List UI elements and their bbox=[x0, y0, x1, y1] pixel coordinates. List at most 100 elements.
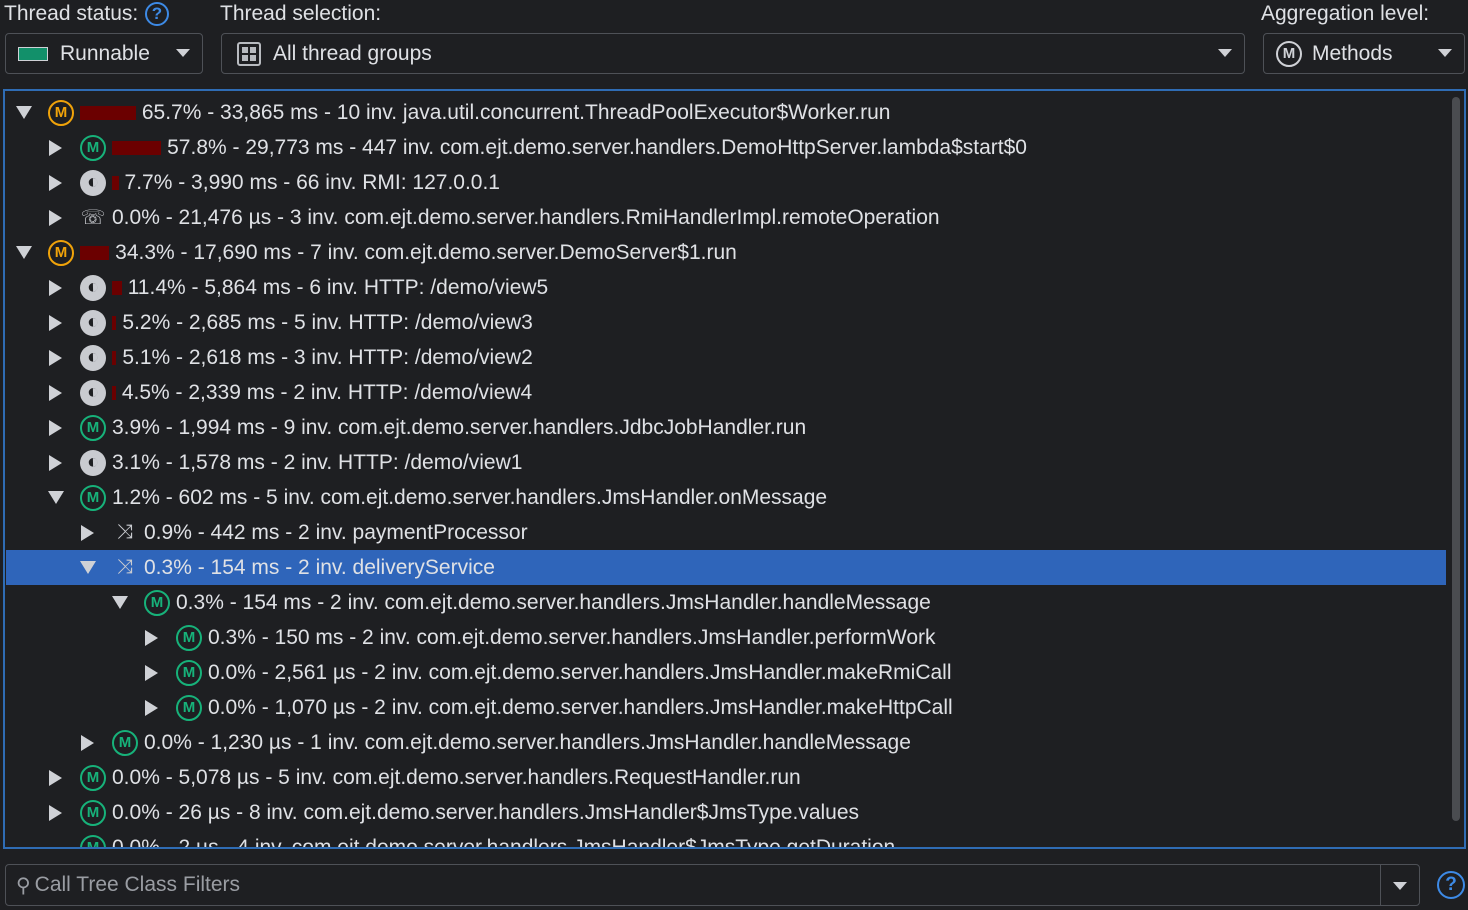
collapse-arrow-icon[interactable] bbox=[16, 246, 32, 259]
runnable-color-swatch bbox=[18, 46, 48, 61]
search-icon: ⚲ bbox=[16, 874, 31, 897]
method-icon: M bbox=[80, 834, 106, 847]
time-percentage-bar bbox=[112, 140, 162, 155]
tree-row-label: 7.7% - 3,990 ms - 66 inv. RMI: 127.0.0.1 bbox=[124, 170, 500, 194]
expand-arrow-icon[interactable] bbox=[49, 314, 62, 331]
tree-row-label: 0.0% - 5,078 µs - 5 inv. com.ejt.demo.se… bbox=[112, 765, 801, 789]
tree-row[interactable]: M 0.0% - 2,561 µs - 2 inv. com.ejt.demo.s… bbox=[6, 655, 1446, 690]
filter-history-dropdown[interactable] bbox=[1393, 882, 1407, 890]
thread-selection-select[interactable]: All thread groups bbox=[221, 33, 1245, 74]
collapse-arrow-icon[interactable] bbox=[48, 491, 64, 504]
expand-arrow-icon[interactable] bbox=[49, 769, 62, 786]
tree-row[interactable]: M 0.0% - 1,070 µs - 2 inv. com.ejt.demo.s… bbox=[6, 690, 1446, 725]
tree-row-label: 0.3% - 150 ms - 2 inv. com.ejt.demo.serv… bbox=[208, 625, 936, 649]
thread-status-value: Runnable bbox=[60, 41, 150, 65]
web-request-icon: ◐ bbox=[80, 274, 106, 301]
aggregation-level-label: Aggregation level: bbox=[1261, 2, 1430, 25]
tree-row-label: 0.9% - 442 ms - 2 inv. paymentProcessor bbox=[144, 520, 528, 544]
web-request-icon: ◐ bbox=[80, 344, 106, 371]
method-icon: M bbox=[176, 624, 202, 651]
thread-groups-icon bbox=[237, 41, 261, 66]
help-icon[interactable]: ? bbox=[145, 2, 169, 26]
split-icon: ⤨ bbox=[117, 556, 133, 578]
tree-row-label: 5.1% - 2,618 ms - 3 inv. HTTP: /demo/vie… bbox=[122, 345, 533, 369]
expand-arrow-icon[interactable] bbox=[49, 804, 62, 821]
expand-arrow-icon[interactable] bbox=[49, 419, 62, 436]
method-icon: M bbox=[1276, 40, 1302, 67]
time-percentage-bar bbox=[80, 105, 136, 120]
tree-row[interactable]: M 1.2% - 602 ms - 5 inv. com.ejt.demo.ser… bbox=[6, 480, 1446, 515]
collapse-arrow-icon[interactable] bbox=[16, 106, 32, 119]
thread-status-select[interactable]: Runnable bbox=[5, 33, 203, 74]
filter-help-icon[interactable]: ? bbox=[1437, 871, 1465, 899]
expand-arrow-icon[interactable] bbox=[49, 174, 62, 191]
time-percentage-bar bbox=[112, 350, 117, 365]
vertical-scrollbar[interactable] bbox=[1452, 97, 1460, 821]
expand-arrow-icon[interactable] bbox=[49, 209, 62, 226]
tree-row[interactable]: M 0.0% - 2 µs - 4 inv. com.ejt.demo.serve… bbox=[6, 830, 1446, 847]
tree-row[interactable]: M 0.3% - 154 ms - 2 inv. com.ejt.demo.ser… bbox=[6, 585, 1446, 620]
tree-row[interactable]: M 65.7% - 33,865 ms - 10 inv. java.util.c… bbox=[6, 95, 1446, 130]
method-icon: M bbox=[80, 134, 106, 161]
tree-row-label: 0.0% - 26 µs - 8 inv. com.ejt.demo.serve… bbox=[112, 800, 860, 824]
time-percentage-bar bbox=[112, 315, 117, 330]
tree-row-label: 3.1% - 1,578 ms - 2 inv. HTTP: /demo/vie… bbox=[112, 450, 523, 474]
tree-row-label: 65.7% - 33,865 ms - 10 inv. java.util.co… bbox=[141, 100, 891, 124]
tree-row-label: 5.2% - 2,685 ms - 5 inv. HTTP: /demo/vie… bbox=[122, 310, 533, 334]
rmi-call-icon: ☏ bbox=[80, 207, 106, 229]
expand-arrow-icon[interactable] bbox=[81, 734, 94, 751]
tree-row[interactable]: M 57.8% - 29,773 ms - 447 inv. com.ejt.de… bbox=[6, 130, 1446, 165]
collapse-arrow-icon[interactable] bbox=[112, 596, 128, 609]
time-percentage-bar bbox=[80, 245, 110, 260]
expand-arrow-icon[interactable] bbox=[145, 699, 158, 716]
method-icon: M bbox=[80, 484, 106, 511]
split-icon: ⤨ bbox=[117, 521, 133, 543]
tree-row[interactable]: M 0.0% - 1,230 µs - 1 inv. com.ejt.demo.s… bbox=[6, 725, 1446, 760]
tree-row[interactable]: ⤨ 0.9% - 442 ms - 2 inv. paymentProcessor bbox=[6, 515, 1446, 550]
method-icon: M bbox=[80, 414, 106, 441]
tree-row[interactable]: M 0.0% - 5,078 µs - 5 inv. com.ejt.demo.s… bbox=[6, 760, 1446, 795]
expand-arrow-icon[interactable] bbox=[81, 524, 94, 541]
collapse-arrow-icon[interactable] bbox=[80, 561, 96, 574]
tree-row[interactable]: ◐ 7.7% - 3,990 ms - 66 inv. RMI: 127.0.0.… bbox=[6, 165, 1446, 200]
web-request-icon: ◐ bbox=[80, 169, 106, 196]
tree-row-label: 11.4% - 5,864 ms - 6 inv. HTTP: /demo/vi… bbox=[127, 275, 549, 299]
tree-row-label: 34.3% - 17,690 ms - 7 inv. com.ejt.demo.… bbox=[115, 240, 737, 264]
tree-row[interactable]: ◐ 5.1% - 2,618 ms - 3 inv. HTTP: /demo/vi… bbox=[6, 340, 1446, 375]
tree-row[interactable]: M 3.9% - 1,994 ms - 9 inv. com.ejt.demo.s… bbox=[6, 410, 1446, 445]
expand-arrow-icon[interactable] bbox=[49, 384, 62, 401]
thread-selection-label: Thread selection: bbox=[220, 2, 382, 25]
tree-row-label: 1.2% - 602 ms - 5 inv. com.ejt.demo.serv… bbox=[112, 485, 828, 509]
tree-row[interactable]: ◐ 3.1% - 1,578 ms - 2 inv. HTTP: /demo/vi… bbox=[6, 445, 1446, 480]
expand-arrow-icon[interactable] bbox=[145, 629, 158, 646]
web-request-icon: ◐ bbox=[80, 449, 106, 476]
expand-arrow-icon[interactable] bbox=[49, 349, 62, 366]
expand-arrow-icon[interactable] bbox=[49, 139, 62, 156]
web-request-icon: ◐ bbox=[80, 309, 106, 336]
tree-row[interactable]: M 0.0% - 26 µs - 8 inv. com.ejt.demo.serv… bbox=[6, 795, 1446, 830]
tree-row-label: 4.5% - 2,339 ms - 2 inv. HTTP: /demo/vie… bbox=[121, 380, 533, 404]
tree-row[interactable]: ☏ 0.0% - 21,476 µs - 3 inv. com.ejt.demo.… bbox=[6, 200, 1446, 235]
call-tree: M 65.7% - 33,865 ms - 10 inv. java.util.c… bbox=[3, 89, 1466, 849]
tree-row-label: 0.0% - 21,476 µs - 3 inv. com.ejt.demo.s… bbox=[112, 205, 940, 229]
class-filter-input[interactable]: ⚲ Call Tree Class Filters bbox=[5, 864, 1420, 906]
tree-row[interactable]: M 0.3% - 150 ms - 2 inv. com.ejt.demo.ser… bbox=[6, 620, 1446, 655]
expand-arrow-icon[interactable] bbox=[49, 279, 62, 296]
aggregation-level-select[interactable]: M Methods bbox=[1263, 33, 1465, 74]
chevron-down-icon bbox=[1218, 49, 1232, 57]
expand-arrow-icon[interactable] bbox=[145, 664, 158, 681]
chevron-down-icon bbox=[176, 49, 190, 57]
chevron-down-icon bbox=[1438, 49, 1452, 57]
tree-row-label: 0.3% - 154 ms - 2 inv. com.ejt.demo.serv… bbox=[176, 590, 931, 614]
method-icon: M bbox=[48, 239, 74, 266]
tree-row[interactable]: M 34.3% - 17,690 ms - 7 inv. com.ejt.demo… bbox=[6, 235, 1446, 270]
tree-row-label: 0.3% - 154 ms - 2 inv. deliveryService bbox=[144, 555, 495, 579]
tree-row[interactable]: ⤨ 0.3% - 154 ms - 2 inv. deliveryService bbox=[6, 550, 1446, 585]
time-percentage-bar bbox=[112, 385, 116, 400]
tree-row[interactable]: ◐ 5.2% - 2,685 ms - 5 inv. HTTP: /demo/vi… bbox=[6, 305, 1446, 340]
tree-row[interactable]: ◐ 4.5% - 2,339 ms - 2 inv. HTTP: /demo/vi… bbox=[6, 375, 1446, 410]
tree-row[interactable]: ◐ 11.4% - 5,864 ms - 6 inv. HTTP: /demo/v… bbox=[6, 270, 1446, 305]
expand-arrow-icon[interactable] bbox=[49, 454, 62, 471]
web-request-icon: ◐ bbox=[80, 379, 106, 406]
tree-row-label: 0.0% - 2,561 µs - 2 inv. com.ejt.demo.se… bbox=[208, 660, 952, 684]
